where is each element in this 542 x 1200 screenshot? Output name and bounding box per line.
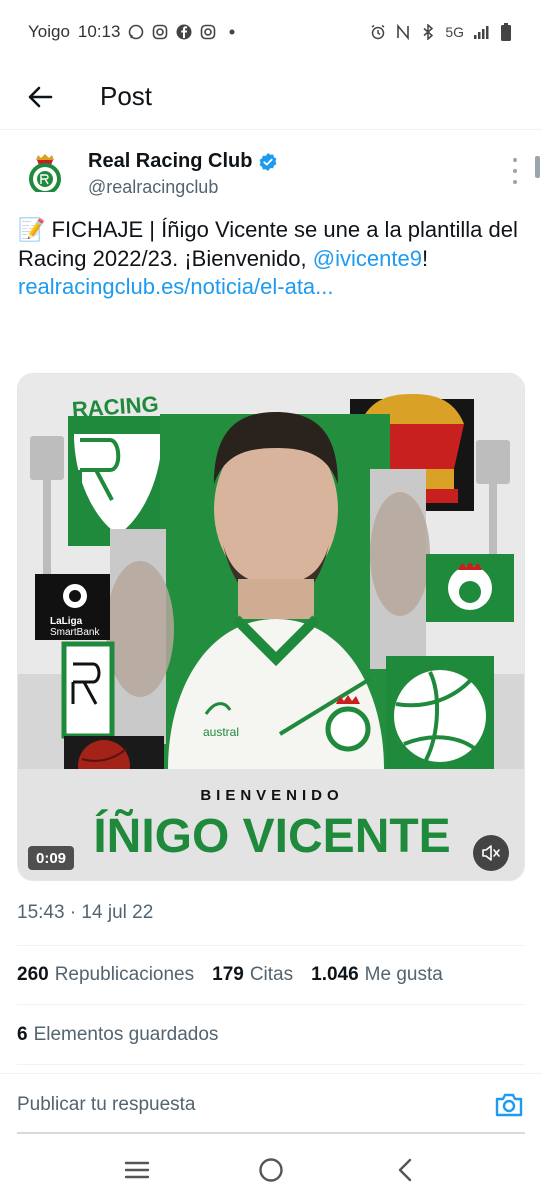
bluetooth-icon [420,24,436,40]
dot-icon [224,24,240,40]
alarm-icon [370,24,386,40]
carrier-label: Yoigo [28,22,70,41]
network-type: 5G [445,24,464,40]
bookmarks-count: 6 [17,1023,28,1045]
arrow-left-icon [28,86,53,107]
more-options-button[interactable] [505,158,525,184]
back-button[interactable] [20,77,60,117]
engagement-stats: 260 Republicaciones 179 Citas 1.046 Me g… [17,945,525,1005]
laliga-text-1: LaLiga [50,616,83,627]
more-dot [513,158,517,162]
mention-link[interactable]: @ivicente9 [313,246,422,271]
camera-button[interactable] [494,1092,524,1118]
tweet-text-part2: ! [421,245,429,271]
memo-emoji: 📝 [18,217,46,242]
reply-input[interactable] [17,1084,457,1125]
tweet-author: Real Racing Club @realracingclub [0,140,542,210]
reply-composer [0,1073,542,1135]
top-app-bar: Post [0,64,542,130]
instagram-icon [200,24,216,40]
likes-stat[interactable]: 1.046 Me gusta [311,964,443,986]
menu-lines-icon [124,1161,150,1179]
reposts-label: Republicaciones [54,964,195,985]
nfc-icon [395,24,411,40]
author-name-text: Real Racing Club [88,150,253,172]
bookmarks-label: Elementos guardados [33,1023,219,1045]
video-thumbnail: austral LaLiga SmartBank RACING BIENVENI… [18,374,524,880]
reposts-stat[interactable]: 260 Republicaciones [17,964,194,986]
verified-badge-icon [258,152,278,172]
more-dot [513,180,517,184]
speaker-muted-icon [482,845,500,861]
kit-brand-text: austral [203,725,239,739]
mute-button[interactable] [473,835,509,871]
page-title: Post [100,81,153,111]
avatar[interactable] [18,148,72,202]
home-button[interactable] [253,1152,289,1188]
status-bar: Yoigo 10:13 5G [0,0,542,64]
likes-label: Me gusta [364,964,443,985]
battery-icon [498,23,514,41]
bookmarks-stat[interactable]: 6 Elementos guardados [17,1005,525,1065]
welcome-text: BIENVENIDO [200,787,343,804]
signal-icon [473,24,489,40]
reposts-count: 260 [17,964,49,985]
home-circle-icon [259,1158,283,1182]
clock: 10:13 [77,22,121,41]
author-name[interactable]: Real Racing Club [88,150,278,173]
author-handle[interactable]: @realracingclub [88,177,218,198]
whatsapp-icon [128,24,144,40]
chevron-left-icon [398,1158,412,1182]
more-dot [513,169,517,173]
bookmarks-stat-inner: 6 Elementos guardados [17,1024,218,1046]
likes-count: 1.046 [311,964,359,985]
quotes-count: 179 [212,964,244,985]
scrollbar-thumb[interactable] [535,156,540,178]
tweet-text-part1: FICHAJE | Íñigo Vicente se une a la plan… [18,217,518,271]
url-link[interactable]: realracingclub.es/noticia/el-ata... [18,274,334,299]
reply-underline [17,1132,525,1134]
video-player[interactable]: austral LaLiga SmartBank RACING BIENVENI… [17,373,525,881]
quotes-stat[interactable]: 179 Citas [212,964,293,986]
tweet-text: 📝 FICHAJE | Íñigo Vicente se une a la pl… [18,216,523,302]
system-nav-bar [0,1140,542,1200]
facebook-icon [176,24,192,40]
quotes-label: Citas [249,964,294,985]
racing-crest-icon [18,148,72,202]
laliga-text-2: SmartBank [50,627,100,638]
instagram-icon [152,24,168,40]
camera-icon [495,1093,523,1117]
player-name-text: ÍÑIGO VICENTE [93,808,450,863]
post-timestamp: 15:43 · 14 jul 22 [17,902,154,923]
system-back-button[interactable] [387,1152,423,1188]
video-duration: 0:09 [28,846,74,870]
recent-apps-button[interactable] [119,1152,155,1188]
